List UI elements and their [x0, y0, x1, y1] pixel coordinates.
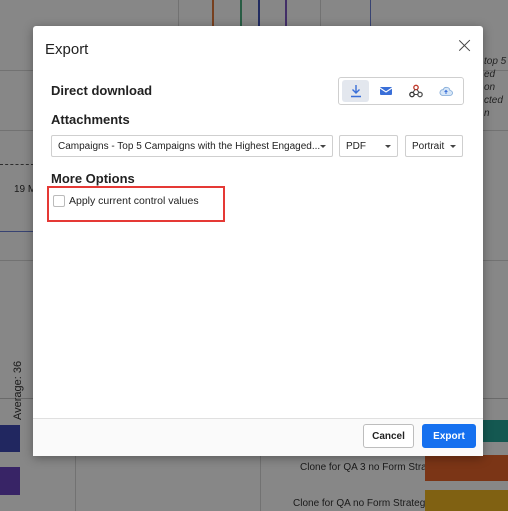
chevron-down-icon	[320, 145, 326, 148]
download-icon	[350, 85, 361, 98]
close-icon[interactable]	[457, 38, 473, 54]
download-button[interactable]	[342, 80, 369, 102]
orientation-select[interactable]: Portrait	[405, 135, 463, 157]
webhook-icon	[408, 84, 423, 98]
export-dialog: Export Direct download Attachments Campa…	[33, 26, 483, 456]
direct-download-label: Direct download	[51, 83, 153, 98]
email-button[interactable]	[372, 80, 399, 102]
email-icon	[379, 87, 392, 95]
attachment-select[interactable]: Campaigns - Top 5 Campaigns with the Hig…	[51, 135, 333, 157]
attachments-label: Attachments	[51, 112, 130, 127]
download-options-group	[338, 77, 464, 105]
chevron-down-icon	[450, 145, 456, 148]
format-select[interactable]: PDF	[339, 135, 398, 157]
dialog-title: Export	[45, 41, 89, 58]
chevron-down-icon	[385, 145, 391, 148]
attachment-select-value: Campaigns - Top 5 Campaigns with the Hig…	[58, 141, 321, 152]
dialog-footer: Cancel Export	[33, 418, 483, 456]
cloud-upload-icon	[439, 86, 453, 96]
more-options-label: More Options	[51, 171, 135, 186]
webhook-button[interactable]	[402, 80, 429, 102]
format-select-value: PDF	[346, 141, 366, 152]
export-button[interactable]: Export	[422, 424, 476, 448]
orientation-select-value: Portrait	[412, 141, 445, 152]
cloud-upload-button[interactable]	[432, 80, 459, 102]
cancel-button[interactable]: Cancel	[363, 424, 414, 448]
highlight-box	[47, 186, 225, 222]
